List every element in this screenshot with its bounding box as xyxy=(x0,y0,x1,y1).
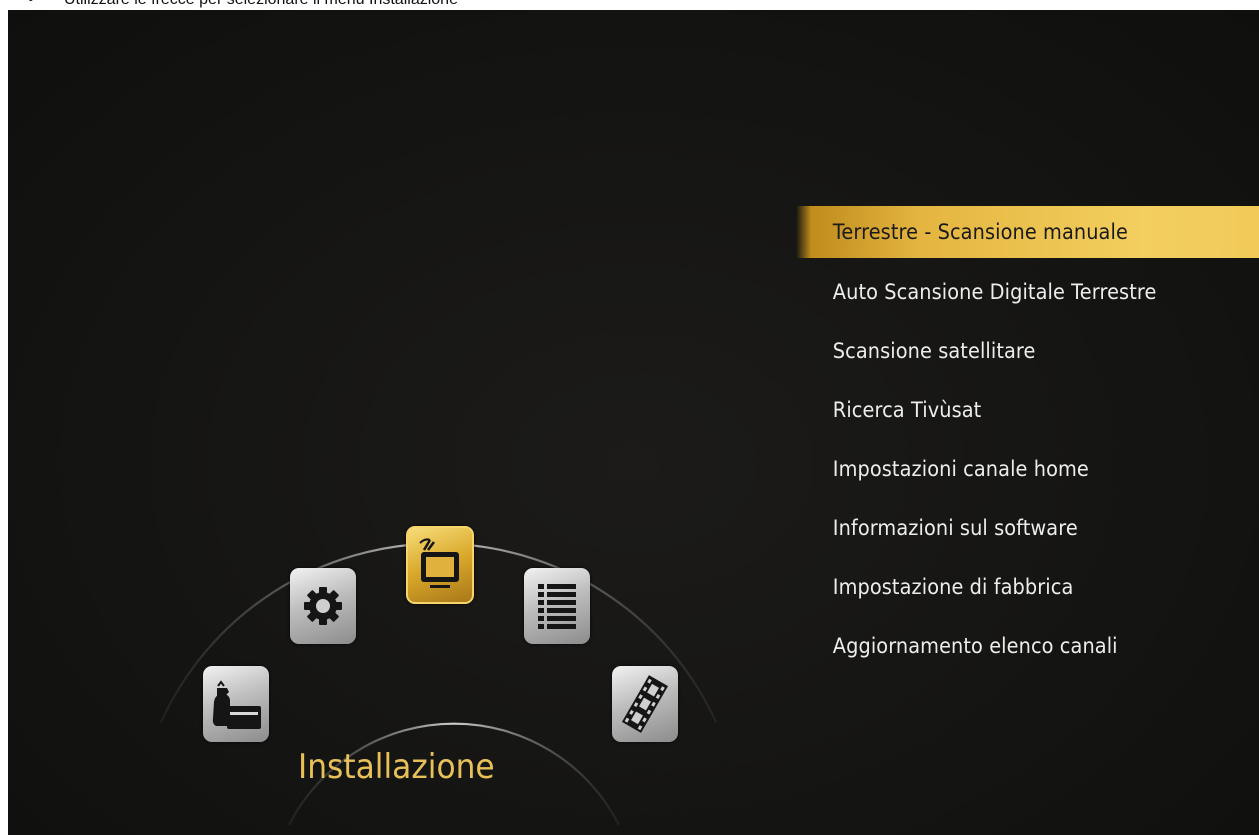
tv-antenna-icon xyxy=(419,538,459,588)
menu-item-satellite-scan[interactable]: Scansione satellitare xyxy=(796,322,1222,381)
film-strip-icon xyxy=(621,675,669,733)
installation-menu: Terrestre - Scansione manuale Auto Scans… xyxy=(796,200,1259,676)
media-tile[interactable] xyxy=(612,666,678,742)
installation-tile[interactable] xyxy=(406,526,474,604)
caption-bullet: • xyxy=(28,0,64,9)
section-title: Installazione xyxy=(298,747,495,787)
media-folder-tile[interactable] xyxy=(203,666,269,742)
caption-text-row: •Utilizzare le frecce per selezionare il… xyxy=(28,0,458,9)
caption-bar: •Utilizzare le frecce per selezionare il… xyxy=(0,0,1259,10)
tv-screen: Installazione Terrestre - Scansione manu… xyxy=(8,10,1259,835)
menu-item-factory-reset[interactable]: Impostazione di fabbrica xyxy=(796,558,1222,617)
settings-tile[interactable] xyxy=(290,568,356,644)
menu-item-terrestrial-manual-scan[interactable]: Terrestre - Scansione manuale xyxy=(796,206,1259,258)
menu-item-tivusat-search[interactable]: Ricerca Tivùsat xyxy=(796,381,1222,440)
media-folder-icon xyxy=(212,680,261,729)
menu-item-auto-terrestrial-scan[interactable]: Auto Scansione Digitale Terrestre xyxy=(796,263,1222,322)
channel-list-tile[interactable] xyxy=(524,568,590,644)
menu-item-channel-list-update[interactable]: Aggiornamento elenco canali xyxy=(796,617,1222,676)
menu-item-software-info[interactable]: Informazioni sul software xyxy=(796,499,1222,558)
menu-item-home-channel-settings[interactable]: Impostazioni canale home xyxy=(796,440,1222,499)
caption-text: Utilizzare le frecce per selezionare il … xyxy=(64,0,458,8)
list-icon xyxy=(538,584,576,629)
gear-icon xyxy=(304,587,342,625)
